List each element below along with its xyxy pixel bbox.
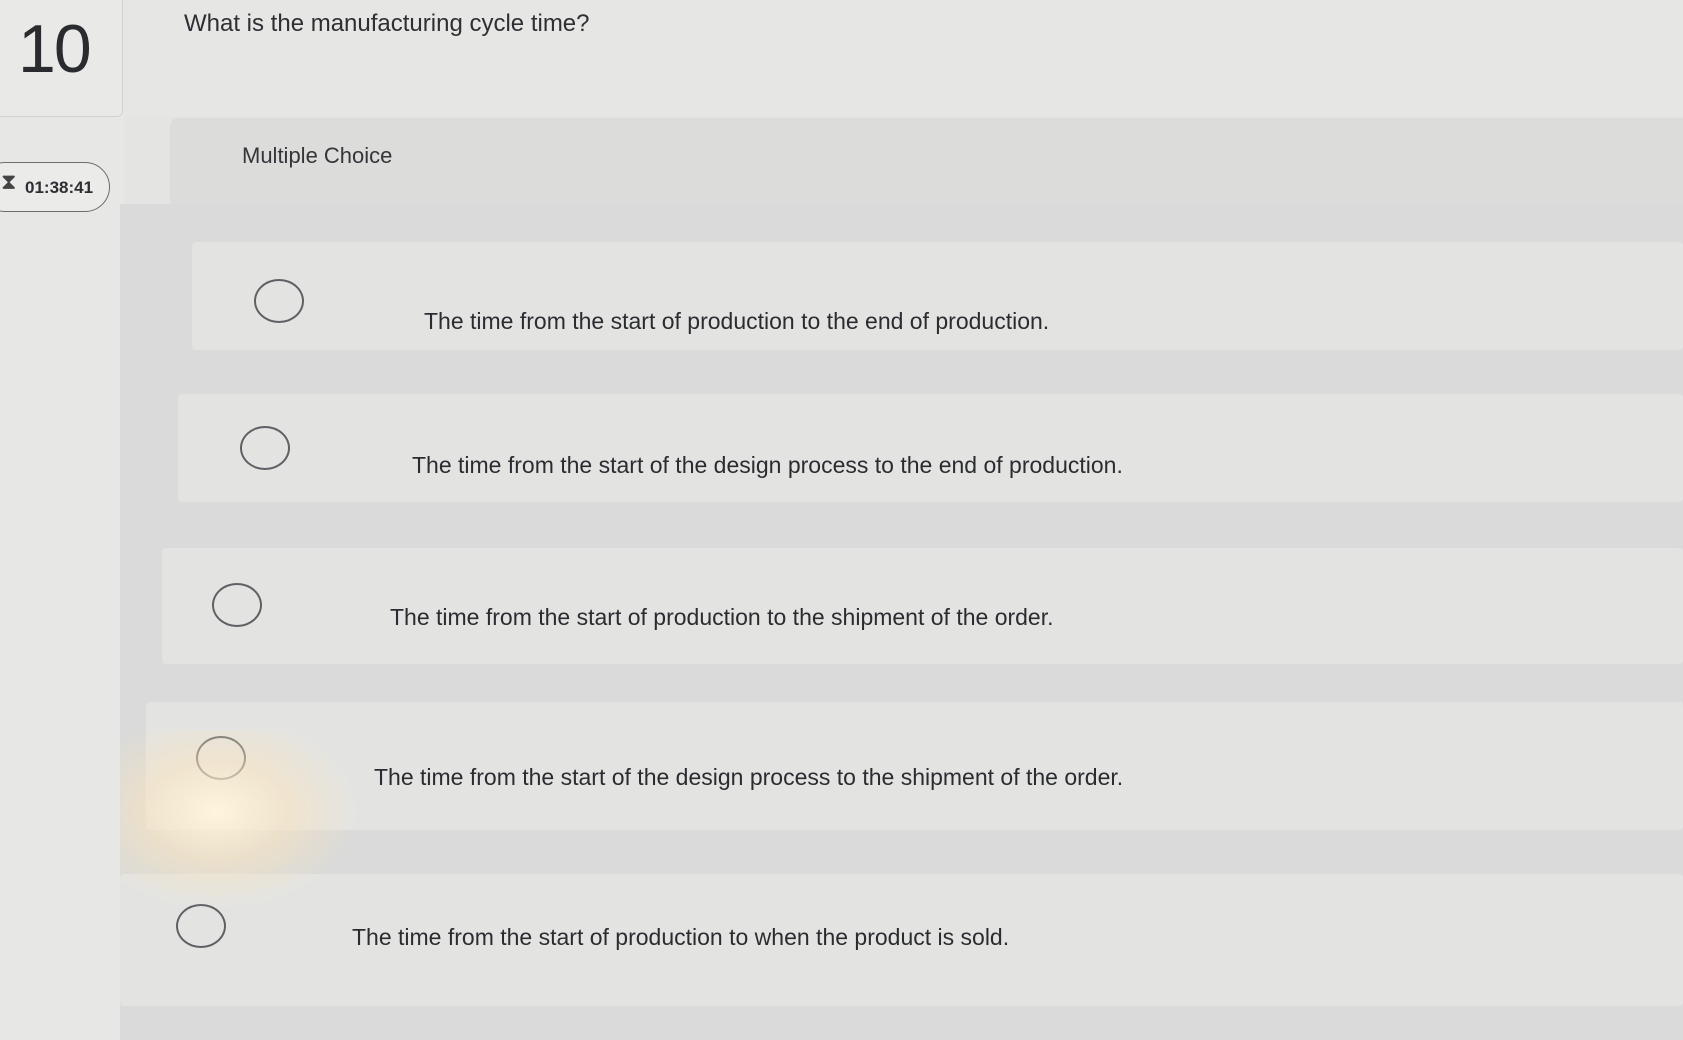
answer-options: The time from the start of production to…: [120, 204, 1683, 1040]
answer-option-label: The time from the start of production to…: [424, 308, 1050, 334]
radio-button[interactable]: [176, 904, 226, 948]
radio-button[interactable]: [212, 583, 262, 627]
question-type-label: Multiple Choice: [242, 143, 393, 168]
radio-button[interactable]: [254, 279, 304, 323]
left-rail: [0, 0, 124, 1040]
question-number-box: 10: [0, 0, 123, 117]
question-text: What is the manufacturing cycle time?: [184, 10, 590, 37]
answer-option-label: The time from the start of the design pr…: [412, 452, 1123, 478]
answer-option-4[interactable]: The time from the start of the design pr…: [146, 702, 1683, 830]
answer-option-label: The time from the start of the design pr…: [374, 764, 1124, 790]
radio-button[interactable]: [240, 426, 290, 470]
timer[interactable]: ⧗ 01:38:41: [0, 162, 110, 212]
answer-option-label: The time from the start of production to…: [352, 924, 1010, 950]
hourglass-icon: ⧗: [1, 169, 17, 194]
answer-option-label: The time from the start of production to…: [390, 604, 1054, 630]
answer-option-1[interactable]: The time from the start of production to…: [192, 242, 1683, 350]
question-type-header: Multiple Choice: [170, 118, 1683, 204]
question-number: 10: [18, 11, 92, 87]
radio-button[interactable]: [196, 736, 246, 780]
timer-value: 01:38:41: [25, 178, 94, 197]
answer-option-5[interactable]: The time from the start of production to…: [120, 874, 1683, 1006]
answer-option-2[interactable]: The time from the start of the design pr…: [178, 394, 1683, 502]
answer-option-3[interactable]: The time from the start of production to…: [162, 548, 1683, 664]
